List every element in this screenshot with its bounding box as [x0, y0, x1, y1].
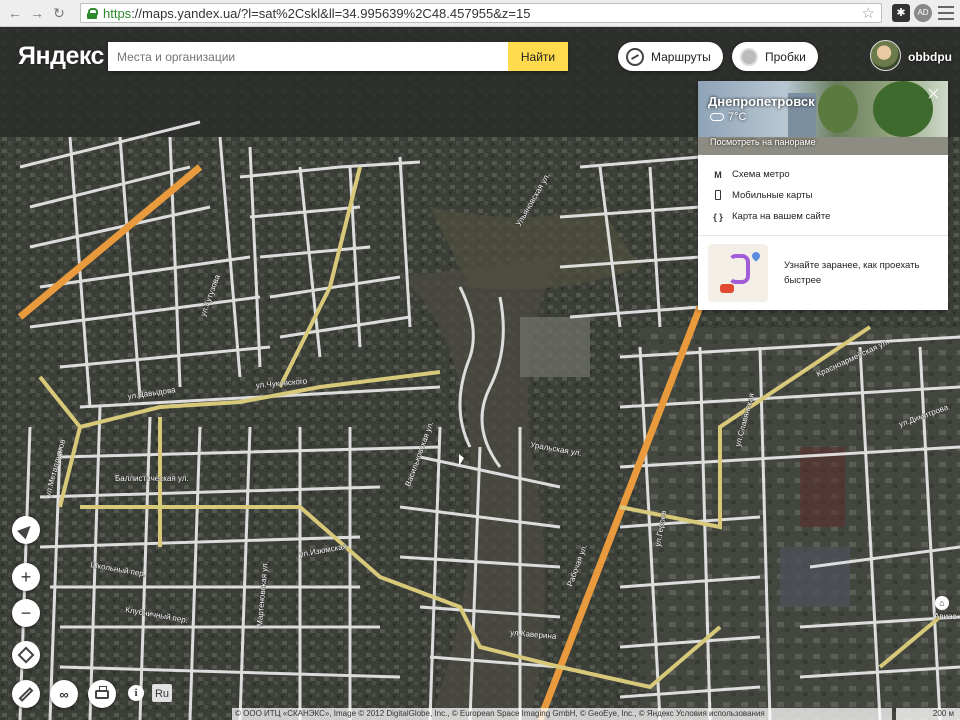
- metro-icon: М: [714, 169, 722, 180]
- street-label: Баллистическая ул.: [115, 474, 189, 483]
- layers-button[interactable]: [12, 641, 40, 669]
- lock-icon: [87, 7, 98, 19]
- link-label: Мобильные карты: [732, 190, 813, 201]
- mobile-maps-link[interactable]: Мобильные карты: [698, 185, 948, 206]
- zoom-out-button[interactable]: −: [12, 599, 40, 627]
- reload-icon[interactable]: ↻: [50, 4, 68, 22]
- info-panel: Днепропетровск 7°C Посмотреть на панорам…: [698, 81, 948, 310]
- routes-button[interactable]: Маршруты: [618, 42, 723, 71]
- cloud-icon: [710, 113, 724, 121]
- info-icon[interactable]: i: [128, 685, 144, 701]
- binoculars-icon: ∞: [59, 686, 69, 702]
- link-label: Карта на вашем сайте: [732, 211, 831, 222]
- route-illustration-icon: [708, 244, 768, 302]
- routes-icon: [626, 47, 644, 66]
- traffic-icon: [740, 47, 758, 66]
- panorama-preview[interactable]: Днепропетровск 7°C Посмотреть на панорам…: [698, 81, 948, 155]
- close-icon[interactable]: [928, 87, 940, 99]
- traffic-promo[interactable]: Узнайте заранее, как проехать быстрее: [698, 236, 948, 310]
- panorama-button[interactable]: ∞: [50, 680, 78, 708]
- printer-icon: [95, 685, 109, 699]
- link-label: Схема метро: [732, 169, 790, 180]
- zoom-in-button[interactable]: +: [12, 563, 40, 591]
- forward-icon[interactable]: →: [28, 4, 46, 22]
- location-arrow-icon: [17, 521, 35, 539]
- promo-text: Узнайте заранее, как проехать быстрее: [784, 260, 920, 286]
- panel-links: М Схема метро Мобильные карты { } Карта …: [698, 155, 948, 227]
- browser-toolbar: ← → ↻ https://maps.yandex.ua/?l=sat%2Csk…: [0, 0, 960, 27]
- embed-map-link[interactable]: { } Карта на вашем сайте: [698, 206, 948, 227]
- traffic-label: Пробки: [765, 49, 806, 64]
- copyright-text: © ООО ИТЦ «СКАНЭКС», Image © 2012 Digita…: [232, 708, 892, 720]
- print-button[interactable]: [88, 680, 116, 708]
- back-icon[interactable]: ←: [6, 4, 24, 22]
- city-name: Днепропетровск: [708, 94, 815, 109]
- adblock-extension-icon[interactable]: AD: [914, 4, 932, 22]
- browser-menu-icon[interactable]: [938, 6, 954, 20]
- search-button[interactable]: Найти: [508, 42, 568, 71]
- code-braces-icon: { }: [713, 211, 723, 222]
- username[interactable]: obbdpu: [908, 50, 952, 64]
- poi-label: Авиас: [934, 612, 957, 621]
- locate-button[interactable]: [12, 516, 40, 544]
- poi-icon[interactable]: ⌂: [935, 596, 949, 610]
- avatar[interactable]: [870, 40, 901, 71]
- traffic-button[interactable]: Пробки: [732, 42, 818, 71]
- phone-icon: [712, 189, 724, 202]
- url-scheme: https: [103, 5, 132, 21]
- mouse-cursor: [459, 454, 464, 466]
- metro-map-link[interactable]: М Схема метро: [698, 164, 948, 185]
- yandex-logo[interactable]: Яндекс: [18, 42, 104, 71]
- weather: 7°C: [710, 111, 746, 123]
- scale-bar: 200 м: [896, 708, 960, 720]
- ruler-icon: [18, 686, 34, 702]
- routes-label: Маршруты: [651, 49, 711, 64]
- temperature: 7°C: [728, 111, 747, 123]
- panorama-link[interactable]: Посмотреть на панораме: [710, 137, 816, 147]
- bookmark-star-icon[interactable]: ☆: [862, 4, 875, 22]
- address-bar[interactable]: https://maps.yandex.ua/?l=sat%2Cskl&ll=3…: [80, 3, 882, 23]
- search-input[interactable]: [108, 42, 508, 71]
- layers-icon: [17, 646, 35, 664]
- search-bar: Найти: [108, 42, 568, 71]
- url-text: ://maps.yandex.ua/?l=sat%2Cskl&ll=34.995…: [131, 5, 531, 21]
- language-button[interactable]: Ru: [152, 684, 172, 702]
- extension-icon[interactable]: ✱: [892, 4, 910, 22]
- ruler-button[interactable]: [12, 680, 40, 708]
